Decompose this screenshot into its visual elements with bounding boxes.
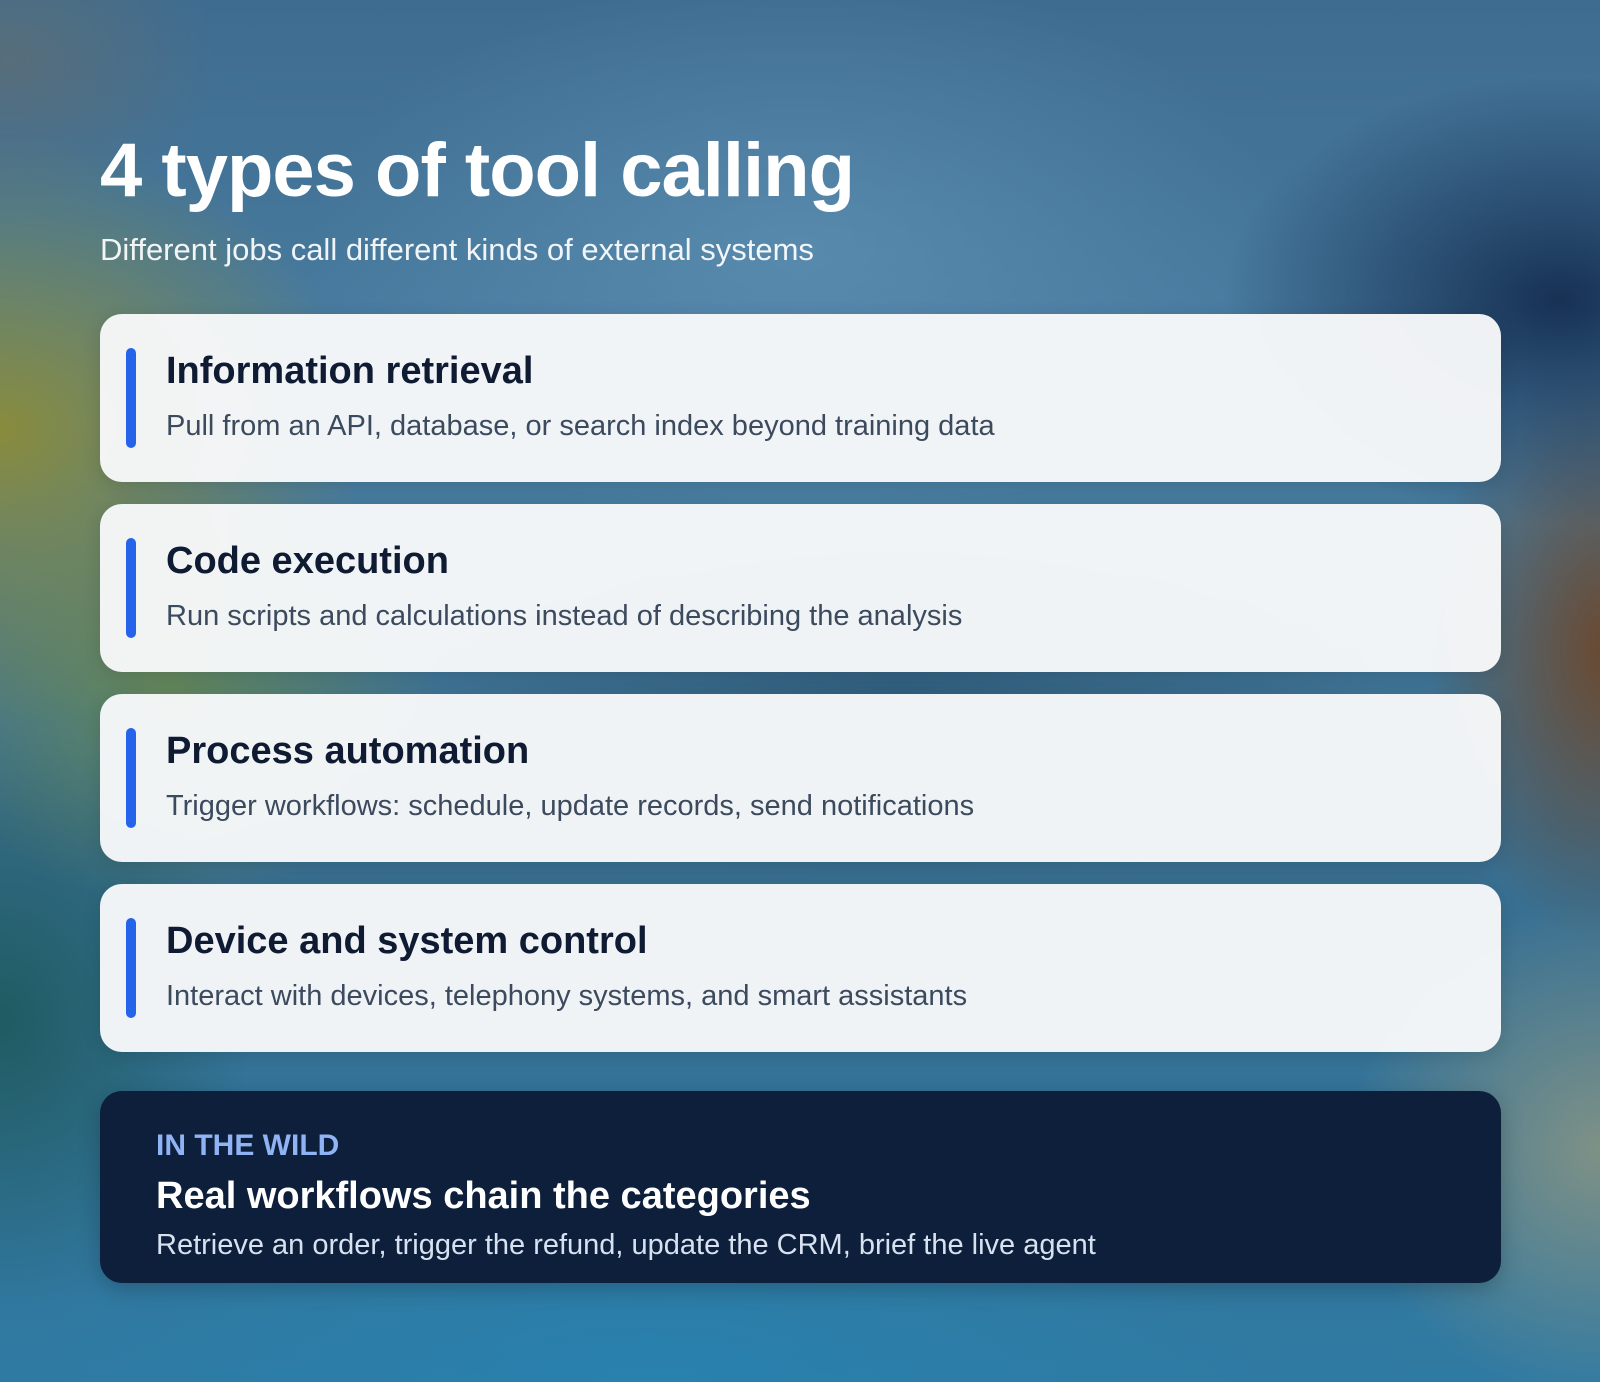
card-description: Trigger workflows: schedule, update reco… bbox=[166, 790, 975, 822]
card-title: Device and system control bbox=[166, 920, 648, 962]
card-accent-bar bbox=[126, 918, 136, 1018]
page-title: 4 types of tool calling bbox=[100, 128, 855, 213]
card-device-system-control: Device and system control Interact with … bbox=[100, 884, 1501, 1052]
callout-label: IN THE WILD bbox=[156, 1129, 340, 1162]
callout-description: Retrieve an order, trigger the refund, u… bbox=[156, 1229, 1096, 1261]
card-description: Pull from an API, database, or search in… bbox=[166, 410, 995, 442]
card-description: Interact with devices, telephony systems… bbox=[166, 980, 968, 1012]
card-title: Process automation bbox=[166, 730, 530, 772]
card-accent-bar bbox=[126, 538, 136, 638]
page-subtitle: Different jobs call different kinds of e… bbox=[100, 232, 814, 267]
card-process-automation: Process automation Trigger workflows: sc… bbox=[100, 694, 1501, 862]
card-information-retrieval: Information retrieval Pull from an API, … bbox=[100, 314, 1501, 482]
in-the-wild-callout: IN THE WILD Real workflows chain the cat… bbox=[100, 1091, 1501, 1283]
callout-title: Real workflows chain the categories bbox=[156, 1175, 811, 1217]
card-title: Code execution bbox=[166, 540, 449, 582]
card-accent-bar bbox=[126, 728, 136, 828]
card-title: Information retrieval bbox=[166, 350, 534, 392]
card-description: Run scripts and calculations instead of … bbox=[166, 600, 963, 632]
card-code-execution: Code execution Run scripts and calculati… bbox=[100, 504, 1501, 672]
card-accent-bar bbox=[126, 348, 136, 448]
